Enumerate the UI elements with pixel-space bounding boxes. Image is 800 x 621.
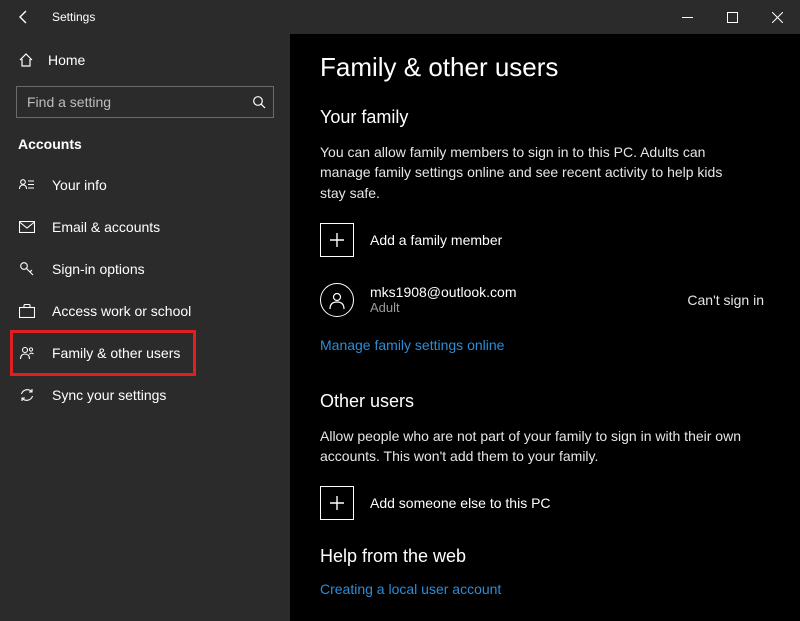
home-label: Home (48, 52, 85, 68)
arrow-left-icon (16, 9, 32, 25)
mail-icon (18, 218, 36, 236)
member-role: Adult (370, 300, 517, 315)
sync-icon (18, 386, 36, 404)
sidebar-item-label: Email & accounts (52, 219, 160, 235)
add-other-user-button[interactable]: Add someone else to this PC (320, 486, 770, 520)
sidebar-item-access-work-school[interactable]: Access work or school (0, 290, 290, 332)
back-button[interactable] (10, 3, 38, 31)
close-icon (772, 12, 783, 23)
sidebar-item-label: Your info (52, 177, 107, 193)
your-family-section: Your family You can allow family members… (320, 107, 770, 383)
sidebar-item-signin-options[interactable]: Sign-in options (0, 248, 290, 290)
sidebar: Home Accounts Your info (0, 34, 290, 621)
minimize-icon (682, 12, 693, 23)
key-icon (18, 260, 36, 278)
close-button[interactable] (755, 0, 800, 34)
maximize-button[interactable] (710, 0, 755, 34)
your-family-desc: You can allow family members to sign in … (320, 142, 750, 203)
sidebar-item-label: Sign-in options (52, 261, 145, 277)
help-section: Help from the web Creating a local user … (320, 546, 770, 599)
sidebar-item-label: Sync your settings (52, 387, 166, 403)
help-link-local-account[interactable]: Creating a local user account (320, 581, 501, 597)
people-icon (18, 344, 36, 362)
maximize-icon (727, 12, 738, 23)
family-member-row[interactable]: mks1908@outlook.com Adult Can't sign in (320, 283, 770, 317)
sidebar-section-label: Accounts (0, 134, 290, 164)
manage-family-link[interactable]: Manage family settings online (320, 337, 504, 353)
other-users-desc: Allow people who are not part of your fa… (320, 426, 750, 467)
other-users-title: Other users (320, 391, 770, 412)
search-input[interactable] (16, 86, 274, 118)
search-wrapper (16, 86, 274, 118)
plus-icon (320, 223, 354, 257)
add-family-member-label: Add a family member (370, 232, 502, 248)
sidebar-item-family-other-users[interactable]: Family & other users (0, 332, 290, 374)
sidebar-item-label: Family & other users (52, 345, 180, 361)
briefcase-icon (18, 302, 36, 320)
add-family-member-button[interactable]: Add a family member (320, 223, 770, 257)
page-heading: Family & other users (320, 52, 770, 83)
help-title: Help from the web (320, 546, 770, 567)
your-family-title: Your family (320, 107, 770, 128)
sidebar-item-sync-settings[interactable]: Sync your settings (0, 374, 290, 416)
home-icon (18, 52, 34, 68)
sidebar-nav: Your info Email & accounts Sign-in optio… (0, 164, 290, 416)
titlebar: Settings (0, 0, 800, 34)
member-info: mks1908@outlook.com Adult (370, 284, 517, 315)
window-title: Settings (52, 10, 95, 24)
plus-icon (320, 486, 354, 520)
other-users-section: Other users Allow people who are not par… (320, 391, 770, 521)
home-button[interactable]: Home (0, 44, 290, 76)
sidebar-item-your-info[interactable]: Your info (0, 164, 290, 206)
add-other-user-label: Add someone else to this PC (370, 495, 551, 511)
sidebar-item-email-accounts[interactable]: Email & accounts (0, 206, 290, 248)
main-content: Family & other users Your family You can… (290, 34, 800, 621)
member-email: mks1908@outlook.com (370, 284, 517, 300)
minimize-button[interactable] (665, 0, 710, 34)
avatar-icon (320, 283, 354, 317)
member-status: Can't sign in (687, 292, 770, 308)
sidebar-item-label: Access work or school (52, 303, 191, 319)
person-card-icon (18, 176, 36, 194)
